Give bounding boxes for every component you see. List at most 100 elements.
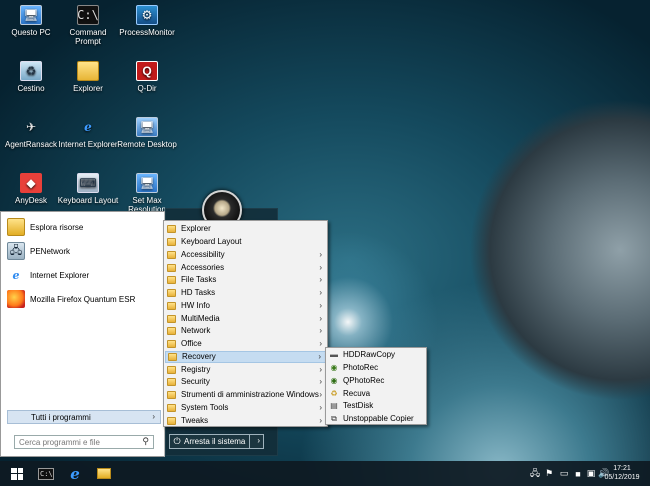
clock-time: 17:21 bbox=[613, 465, 631, 472]
programs-menu-item-keyboard-layout[interactable]: Keyboard Layout bbox=[165, 236, 326, 249]
anydesk-icon: ◆ bbox=[20, 173, 42, 193]
folder-icon bbox=[167, 225, 176, 234]
display-tray-icon[interactable]: ■ bbox=[572, 461, 584, 486]
folder-icon bbox=[168, 352, 177, 361]
network-tray-icon[interactable]: 🖧 bbox=[529, 461, 541, 486]
desktop-icon-label: AnyDesk bbox=[14, 196, 47, 205]
programs-menu: Explorer Keyboard Layout Accessibility › Acc… bbox=[163, 220, 328, 427]
programs-menu-item-strumenti-di-amministrazione-windows[interactable]: Strumenti di amministrazione Windows › bbox=[165, 389, 326, 402]
pinned-internet-explorer[interactable]: e Internet Explorer bbox=[7, 265, 90, 285]
search-placeholder: Cerca programmi e file bbox=[19, 437, 100, 447]
folder-icon bbox=[167, 365, 176, 374]
menu-item-label: QPhotoRec bbox=[343, 375, 385, 385]
hdd-raw-copy-icon: ▬ bbox=[330, 350, 338, 360]
pinned-esplora-risorse[interactable]: Esplora risorse bbox=[7, 217, 83, 237]
remote-tray-icon[interactable]: ▣ bbox=[585, 461, 597, 486]
search-icon: ⚲ bbox=[142, 436, 149, 446]
network-icon: 🖧 bbox=[7, 242, 25, 260]
internet-explorer-icon: e bbox=[12, 268, 20, 282]
chevron-right-icon: › bbox=[319, 249, 322, 259]
menu-item-label: System Tools bbox=[181, 402, 229, 412]
programs-menu-item-accessories[interactable]: Accessories › bbox=[165, 261, 326, 274]
menu-item-label: Accessories bbox=[181, 262, 225, 272]
programs-menu-item-hw-info[interactable]: HW Info › bbox=[165, 300, 326, 313]
programs-menu-item-system-tools[interactable]: System Tools › bbox=[165, 402, 326, 415]
desktop-icon-processmonitor[interactable]: ⚙ ProcessMonitor bbox=[116, 5, 178, 37]
computer-icon: 🖥 bbox=[20, 5, 42, 25]
chevron-right-icon: › bbox=[319, 390, 322, 400]
chevron-right-icon: › bbox=[319, 326, 322, 336]
programs-menu-item-accessibility[interactable]: Accessibility › bbox=[165, 249, 326, 262]
taskbar-explorer[interactable] bbox=[89, 461, 119, 486]
desktop-icon-questo-pc[interactable]: 🖥 Questo PC bbox=[0, 5, 62, 37]
recovery-item-photorec[interactable]: ◉ PhotoRec bbox=[327, 362, 425, 375]
programs-menu-item-file-tasks[interactable]: File Tasks › bbox=[165, 274, 326, 287]
folder-icon bbox=[167, 301, 176, 310]
chevron-right-icon: › bbox=[152, 412, 155, 421]
desktop-icon-internet-explorer[interactable]: e Internet Explorer bbox=[57, 117, 119, 149]
desktop-icon-cestino[interactable]: ♻ Cestino bbox=[0, 61, 62, 93]
desktop-icon-explorer[interactable]: Explorer bbox=[57, 61, 119, 93]
desktop-icon-label: Internet Explorer bbox=[58, 140, 118, 149]
programs-menu-item-explorer[interactable]: Explorer bbox=[165, 223, 326, 236]
menu-item-label: Recuva bbox=[343, 388, 371, 398]
keyboard-icon bbox=[167, 238, 176, 247]
recovery-item-recuva[interactable]: ♻ Recuva bbox=[327, 387, 425, 400]
desktop-icon-label: Remote Desktop bbox=[117, 140, 177, 149]
command-prompt-icon: C:\ bbox=[77, 5, 99, 25]
shutdown-options-arrow-icon[interactable]: › bbox=[257, 436, 260, 445]
pinned-mozilla-firefox[interactable]: Mozilla Firefox Quantum ESR bbox=[7, 289, 135, 309]
programs-menu-item-registry[interactable]: Registry › bbox=[165, 363, 326, 376]
taskbar-internet-explorer[interactable]: e bbox=[60, 461, 90, 486]
security-tray-icon[interactable]: ⚑ bbox=[543, 461, 555, 486]
desktop-icon-agentransack[interactable]: ✈ AgentRansack bbox=[0, 117, 62, 149]
chevron-right-icon: › bbox=[318, 351, 321, 361]
folder-icon bbox=[167, 263, 176, 272]
programs-menu-item-recovery[interactable]: Recovery › bbox=[165, 350, 326, 364]
agent-ransack-icon: ✈ bbox=[25, 120, 37, 134]
programs-menu-item-security[interactable]: Security › bbox=[165, 376, 326, 389]
recuva-icon: ♻ bbox=[330, 388, 338, 398]
programs-menu-item-multimedia[interactable]: MultiMedia › bbox=[165, 312, 326, 325]
chevron-right-icon: › bbox=[319, 339, 322, 349]
folder-icon bbox=[97, 468, 111, 479]
programs-menu-item-tweaks[interactable]: Tweaks › bbox=[165, 414, 326, 427]
keyboard-tray-icon[interactable]: ▭ bbox=[558, 461, 570, 486]
unstoppable-copier-icon: ⧉ bbox=[331, 414, 337, 424]
menu-item-label: Registry bbox=[181, 364, 211, 374]
resolution-icon: 🖥 bbox=[136, 173, 158, 193]
menu-item-label: Office bbox=[181, 339, 202, 349]
recovery-item-testdisk[interactable]: ▤ TestDisk bbox=[327, 400, 425, 413]
desktop-icon-label: Command Prompt bbox=[69, 28, 107, 46]
desktop-icon-command-prompt[interactable]: C:\ Command Prompt bbox=[57, 5, 119, 46]
recovery-item-hddrawcopy[interactable]: ▬ HDDRawCopy bbox=[327, 349, 425, 362]
all-programs-button[interactable]: Tutti i programmi › bbox=[7, 410, 161, 424]
chevron-right-icon: › bbox=[319, 300, 322, 310]
chevron-right-icon: › bbox=[319, 275, 322, 285]
pinned-penetwork[interactable]: 🖧 PENetwork bbox=[7, 241, 70, 261]
chevron-right-icon: › bbox=[319, 364, 322, 374]
menu-item-label: Tweaks bbox=[181, 415, 209, 425]
desktop-icon-remote-desktop[interactable]: 🖥 Remote Desktop bbox=[116, 117, 178, 149]
recovery-item-unstoppable-copier[interactable]: ⧉ Unstoppable Copier bbox=[327, 413, 425, 426]
recovery-item-qphotorec[interactable]: ◉ QPhotoRec bbox=[327, 375, 425, 388]
search-input[interactable]: Cerca programmi e file ⚲ bbox=[14, 435, 154, 449]
menu-item-label: Accessibility bbox=[181, 249, 225, 259]
programs-menu-item-hd-tasks[interactable]: HD Tasks › bbox=[165, 287, 326, 300]
desktop-icon-anydesk[interactable]: ◆ AnyDesk bbox=[0, 173, 62, 205]
shutdown-divider bbox=[249, 435, 250, 448]
start-button[interactable] bbox=[2, 461, 32, 486]
taskbar-clock[interactable]: 17:21 05/12/2019 bbox=[604, 464, 640, 482]
shutdown-button[interactable]: ⏻ Arresta il sistema › bbox=[169, 434, 264, 449]
menu-item-label: Unstoppable Copier bbox=[343, 414, 414, 424]
desktop-icon-keyboard-layout[interactable]: ⌨ Keyboard Layout bbox=[57, 173, 119, 205]
taskbar-command-prompt[interactable]: C:\ bbox=[31, 461, 61, 486]
pinned-label: Mozilla Firefox Quantum ESR bbox=[30, 294, 136, 304]
programs-menu-item-network[interactable]: Network › bbox=[165, 325, 326, 338]
desktop-icon-q-dir[interactable]: Q Q-Dir bbox=[116, 61, 178, 93]
programs-menu-item-office[interactable]: Office › bbox=[165, 338, 326, 351]
windows-logo-icon bbox=[11, 467, 23, 480]
internet-explorer-icon: e bbox=[84, 120, 92, 134]
menu-item-label: PhotoRec bbox=[343, 363, 379, 373]
pinned-label: PENetwork bbox=[30, 246, 71, 256]
